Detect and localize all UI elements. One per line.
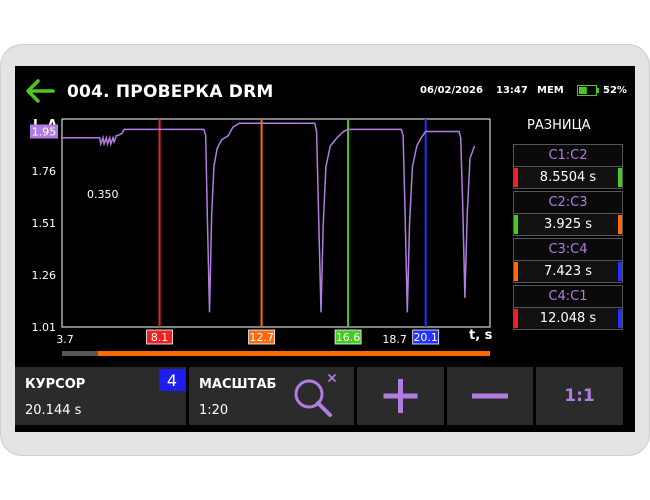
battery-icon: [577, 85, 599, 96]
cursor-number-badge[interactable]: 4: [159, 369, 185, 391]
cursor-value: 20.144 s: [25, 403, 82, 418]
y-tick-label: 1.76: [32, 165, 57, 178]
cursor-value-label-2: 12.7: [249, 331, 274, 344]
difference-pair-header: C4:C1: [513, 285, 623, 308]
battery-percent: 52%: [603, 85, 627, 96]
cursor-color-right: [618, 309, 622, 328]
y-tick-label: 1.51: [32, 217, 57, 230]
cursor-color-right: [618, 168, 622, 187]
cursor-color-left: [514, 262, 518, 281]
difference-value-text: 8.5504 s: [539, 170, 597, 185]
x-tick-label: 3.7: [56, 333, 74, 346]
cursor-color-right: [618, 262, 622, 281]
difference-value: 3.925 s: [513, 213, 623, 236]
difference-pair-header: C2:C3: [513, 191, 623, 214]
cursor-color-left: [514, 168, 518, 187]
zoom-out-button[interactable]: [447, 367, 533, 425]
y-tick-label: 1.01: [32, 321, 57, 334]
scrollbar-thumb[interactable]: [98, 351, 490, 356]
difference-value: 8.5504 s: [513, 166, 623, 189]
plus-icon: [383, 379, 418, 413]
difference-value-text: 12.048 s: [539, 311, 597, 326]
y-tick-label: 1.26: [32, 269, 57, 282]
cursor-color-left: [514, 215, 518, 234]
x-tick-label: 18.7: [382, 333, 407, 346]
cursor-panel[interactable]: КУРСОР 20.144 s 4: [15, 367, 186, 425]
cursor-value-label-1: 8.1: [151, 331, 169, 344]
difference-value-text: 7.423 s: [543, 264, 593, 279]
difference-value-text: 3.925 s: [543, 217, 593, 232]
cursor-value-label-4: 20.1: [413, 331, 438, 344]
chart-annotation: 0.350: [87, 188, 119, 201]
cursor-color-left: [514, 309, 518, 328]
current-series-line: [62, 122, 476, 313]
y-readout-value: 1.95: [32, 125, 57, 138]
scale-value: 1:20: [199, 403, 229, 418]
scale-panel[interactable]: МАСШТАБ 1:20: [189, 367, 354, 425]
difference-value: 7.423 s: [513, 260, 623, 283]
scale-1-1-label: 1:1: [564, 386, 595, 406]
minus-icon: [472, 393, 508, 399]
screen: 004. ПРОВЕРКА DRM 06/02/2026 13:47 MEM 5…: [15, 66, 635, 432]
current-plot[interactable]: 1.95 1.76 1.51 1.26 1.013.7 18.7 8.1 12.7 16.6 20…: [15, 66, 505, 366]
scale-1-1-button[interactable]: 1:1: [536, 367, 623, 425]
zoom-in-button[interactable]: [357, 367, 444, 425]
cursor-value-label-3: 16.6: [336, 331, 361, 344]
zoom-reset-icon[interactable]: [289, 370, 341, 422]
cursor-label: КУРСОР: [25, 377, 86, 392]
difference-value: 12.048 s: [513, 307, 623, 330]
difference-title: РАЗНИЦА: [527, 118, 591, 133]
cursor-color-right: [618, 215, 622, 234]
difference-pair-header: C1:C2: [513, 144, 623, 167]
time-scrollbar[interactable]: [62, 351, 490, 356]
memory-label[interactable]: MEM: [537, 85, 564, 96]
difference-pair-header: C3:C4: [513, 238, 623, 261]
scale-label: МАСШТАБ: [199, 377, 277, 392]
